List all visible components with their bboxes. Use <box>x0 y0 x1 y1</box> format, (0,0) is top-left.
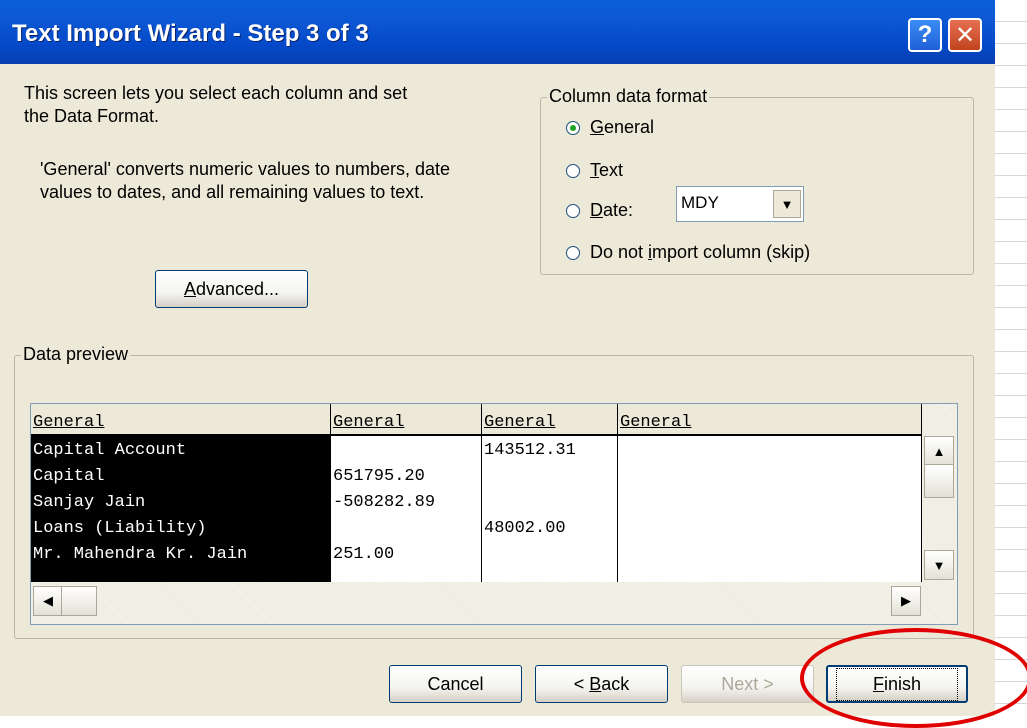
general-description: 'General' converts numeric values to num… <box>40 158 450 204</box>
close-icon: ✕ <box>954 21 976 49</box>
help-button[interactable]: ? <box>908 18 942 52</box>
intro-line-2: the Data Format. <box>24 106 160 126</box>
cancel-button[interactable]: Cancel <box>389 665 522 703</box>
window-title: Text Import Wizard - Step 3 of 3 <box>12 20 369 47</box>
preview-cell: 143512.31 <box>484 441 576 460</box>
preview-cell: Capital <box>33 467 105 486</box>
scroll-up-icon[interactable]: ▲ <box>924 436 954 466</box>
preview-cell: 251.00 <box>333 545 395 564</box>
data-preview-legend: Data preview <box>21 344 131 365</box>
radio-text[interactable]: Text <box>566 160 623 181</box>
advanced-button-label: Advanced... <box>183 278 280 299</box>
radio-skip-indicator <box>566 245 580 260</box>
close-button[interactable]: ✕ <box>948 18 982 52</box>
radio-text-label: Text <box>590 160 624 180</box>
radio-skip-label: Do not import column (skip) <box>590 242 811 262</box>
help-icon: ? <box>917 21 933 48</box>
column-header-4[interactable]: General <box>618 404 922 434</box>
scroll-left-icon[interactable]: ◀ <box>33 586 63 616</box>
horizontal-scrollbar[interactable]: ◀ ▶ <box>31 582 957 624</box>
advanced-button[interactable]: Advanced... <box>155 270 308 308</box>
hscroll-thumb[interactable] <box>61 586 97 616</box>
column-data-format-legend: Column data format <box>547 86 710 107</box>
general-description-line-2: values to dates, and all remaining value… <box>40 182 425 202</box>
back-button[interactable]: < Back <box>535 665 668 703</box>
radio-general-label: General <box>590 117 655 137</box>
preview-cell: 651795.20 <box>333 467 425 486</box>
radio-date[interactable]: Date: <box>566 200 633 221</box>
preview-body: Capital Account Capital Sanjay Jain Loan… <box>31 436 922 582</box>
finish-highlight-annotation <box>800 628 1027 728</box>
preview-cell <box>482 544 484 566</box>
preview-cell: Loans (Liability) <box>33 519 207 538</box>
radio-general[interactable]: General <box>566 117 654 138</box>
preview-column-4[interactable] <box>618 436 922 582</box>
date-format-select[interactable]: MDY ▼ <box>676 186 804 222</box>
general-description-line-1: 'General' converts numeric values to num… <box>40 159 451 179</box>
column-header-2[interactable]: General <box>331 404 482 434</box>
preview-cell: Mr. Mahendra Kr. Jain <box>33 545 248 564</box>
data-preview-grid[interactable]: General General General General Capital … <box>30 403 958 625</box>
radio-general-indicator <box>566 120 580 135</box>
preview-cell: Sanjay Jain <box>33 493 146 512</box>
next-button[interactable]: Next > <box>681 665 814 703</box>
intro-line-1: This screen lets you select each column … <box>24 83 408 103</box>
next-button-label: Next > <box>721 673 774 694</box>
scroll-down-icon[interactable]: ▼ <box>924 550 954 580</box>
date-format-value: MDY <box>681 193 719 212</box>
scroll-thumb[interactable] <box>924 464 954 498</box>
intro-text: This screen lets you select each column … <box>24 82 407 128</box>
column-header-3[interactable]: General <box>482 404 618 434</box>
preview-cell <box>482 492 484 514</box>
back-button-label: < Back <box>573 673 630 694</box>
vertical-scrollbar[interactable]: ▲ ▼ <box>922 404 957 582</box>
spreadsheet-background <box>995 0 1027 716</box>
preview-column-1[interactable]: Capital Account Capital Sanjay Jain Loan… <box>31 436 331 582</box>
preview-column-2[interactable]: 651795.20 -508282.89 251.00 <box>331 436 482 582</box>
radio-date-label: Date: <box>590 200 634 220</box>
column-header-1[interactable]: General <box>31 404 331 434</box>
cancel-button-label: Cancel <box>427 673 484 694</box>
preview-cell <box>331 440 333 462</box>
radio-date-indicator <box>566 203 580 218</box>
radio-text-indicator <box>566 163 580 178</box>
preview-header-row: General General General General <box>31 404 922 436</box>
preview-cell: 48002.00 <box>484 519 566 538</box>
title-bar[interactable]: Text Import Wizard - Step 3 of 3 ? ✕ <box>0 0 995 64</box>
preview-column-3[interactable]: 143512.31 48002.00 <box>482 436 618 582</box>
preview-cell: -508282.89 <box>333 493 436 512</box>
text-import-wizard-dialog: Text Import Wizard - Step 3 of 3 ? ✕ Thi… <box>0 0 995 716</box>
preview-cell <box>482 466 484 488</box>
preview-cell <box>331 518 333 540</box>
radio-skip[interactable]: Do not import column (skip) <box>566 242 810 263</box>
scroll-right-icon[interactable]: ▶ <box>891 586 921 616</box>
preview-cell: Capital Account <box>33 441 187 460</box>
chevron-down-icon[interactable]: ▼ <box>773 190 801 218</box>
